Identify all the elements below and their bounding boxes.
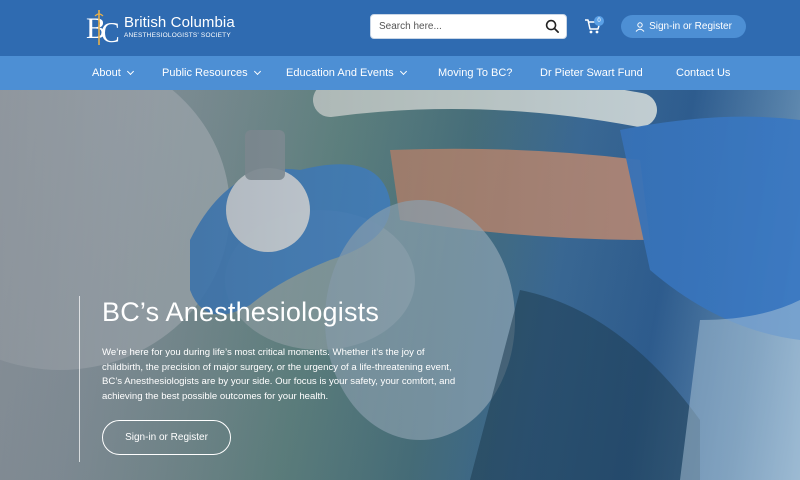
nav-item-label: Moving To BC? xyxy=(438,67,513,79)
cart-count-badge: 0 xyxy=(594,16,604,26)
svg-text:C: C xyxy=(101,18,120,46)
hero-title: BC’s Anesthesiologists xyxy=(102,297,380,327)
top-header: B C British Columbia ANESTHESIOLOGISTS' … xyxy=(0,0,800,56)
signin-register-button[interactable]: Sign-in or Register xyxy=(621,15,746,38)
nav-item-label: Contact Us xyxy=(676,67,731,79)
nav-item-about[interactable]: About xyxy=(92,56,134,90)
nav-item-label: Public Resources xyxy=(162,67,248,79)
site-logo[interactable]: B C British Columbia ANESTHESIOLOGISTS' … xyxy=(86,8,235,46)
hero-signin-register-button[interactable]: Sign-in or Register xyxy=(102,420,231,455)
search-box xyxy=(370,14,567,39)
nav-item-label: Education And Events xyxy=(286,67,394,79)
nav-item-swart-fund[interactable]: Dr Pieter Swart Fund xyxy=(540,56,643,90)
user-icon xyxy=(635,21,645,32)
signin-register-label: Sign-in or Register xyxy=(649,21,732,32)
hero-accent-line xyxy=(79,296,80,462)
nav-item-label: Dr Pieter Swart Fund xyxy=(540,67,643,79)
logo-title: British Columbia xyxy=(124,13,235,31)
search-icon[interactable] xyxy=(545,19,560,34)
nav-item-moving-to-bc[interactable]: Moving To BC? xyxy=(438,56,512,90)
bc-logo-icon: B C xyxy=(86,10,120,46)
chevron-down-icon xyxy=(253,67,261,76)
chevron-down-icon xyxy=(399,67,407,76)
nav-item-education-events[interactable]: Education And Events xyxy=(286,56,407,90)
nav-item-label: About xyxy=(92,67,121,79)
main-navigation: About Public Resources Education And Eve… xyxy=(0,56,800,90)
hero-banner: BC’s Anesthesiologists We’re here for yo… xyxy=(0,90,800,480)
nav-item-public-resources[interactable]: Public Resources xyxy=(162,56,261,90)
search-input[interactable] xyxy=(371,15,541,38)
hero-description: We’re here for you during life’s most cr… xyxy=(102,347,456,402)
logo-subtitle: ANESTHESIOLOGISTS' SOCIETY xyxy=(124,31,231,39)
nav-item-contact-us[interactable]: Contact Us xyxy=(676,56,730,90)
chevron-down-icon xyxy=(126,67,134,76)
